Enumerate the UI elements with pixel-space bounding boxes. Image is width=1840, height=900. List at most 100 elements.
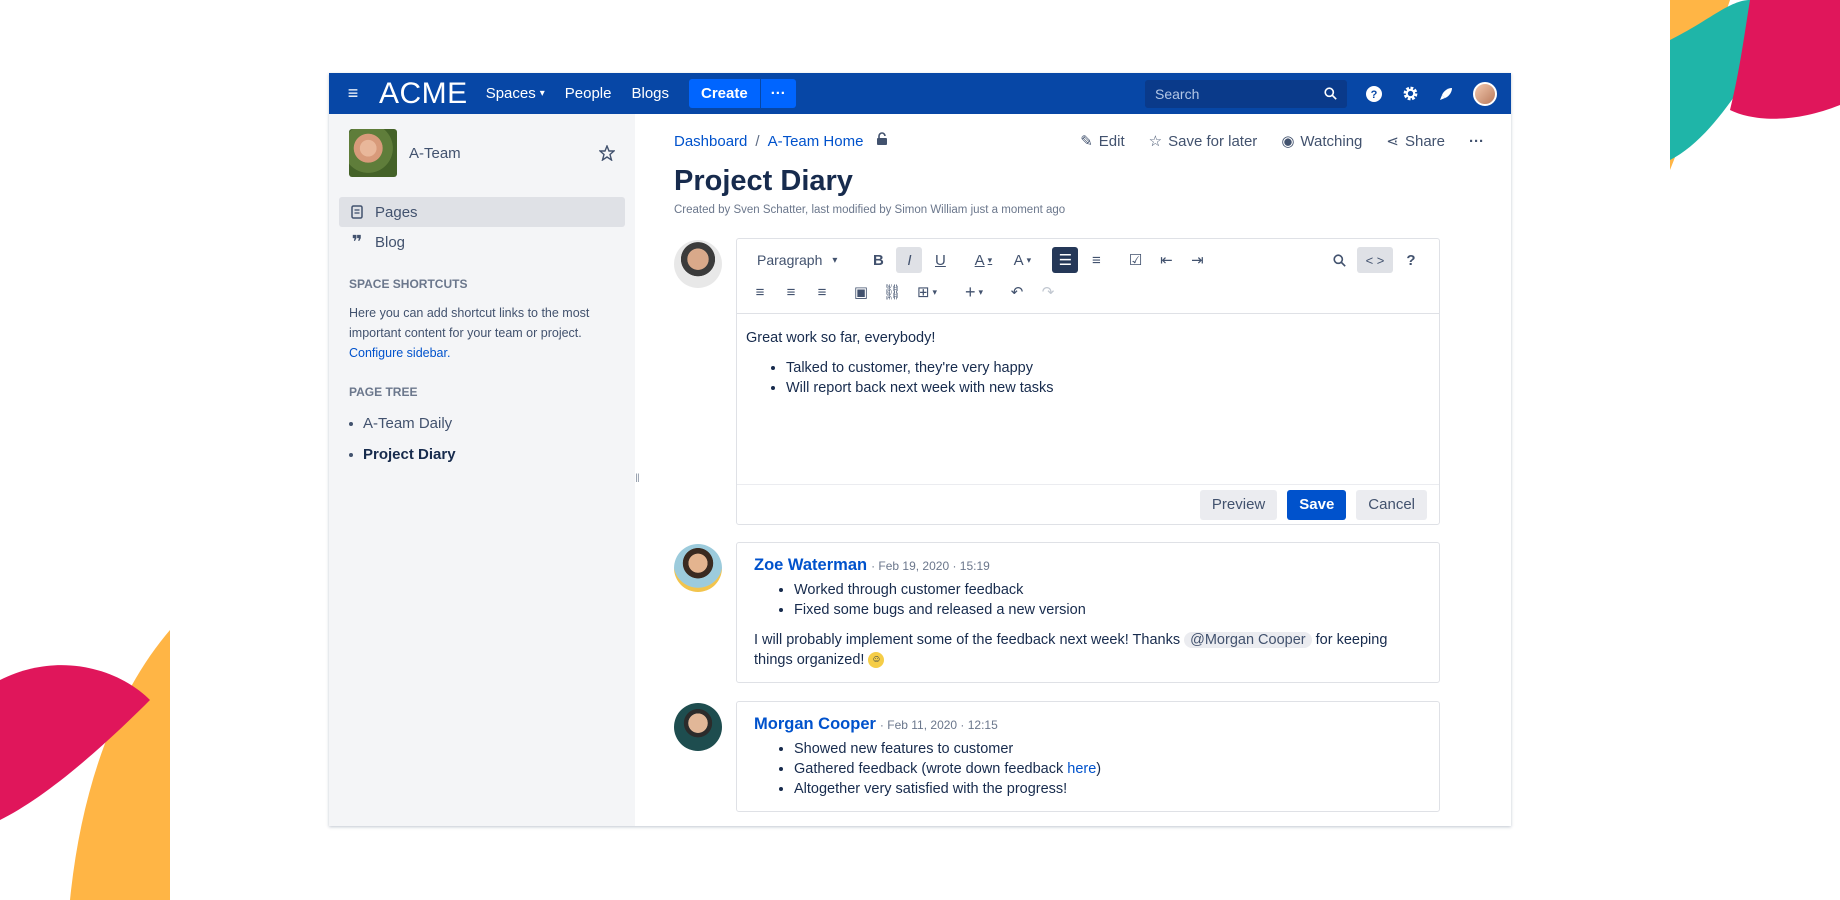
avatar[interactable] xyxy=(674,703,722,751)
help-icon[interactable]: ? xyxy=(1365,85,1383,103)
save-button[interactable]: Save xyxy=(1287,489,1347,520)
sidebar-item-label: Pages xyxy=(375,203,418,221)
unlock-icon[interactable] xyxy=(875,131,889,151)
paragraph-style-select[interactable]: Paragraph ▾ xyxy=(747,252,847,268)
share-icon: ⋖ xyxy=(1386,133,1399,150)
list-item: Will report back next week with new task… xyxy=(786,378,1430,398)
align-right-icon[interactable]: ≡ xyxy=(809,279,835,305)
align-left-icon[interactable]: ≡ xyxy=(747,279,773,305)
nav-blogs[interactable]: Blogs xyxy=(631,85,669,102)
configure-sidebar-link[interactable]: Configure sidebar. xyxy=(349,346,450,360)
comment-timestamp[interactable]: · Feb 11, 2020 · 12:15 xyxy=(880,715,998,735)
italic-icon[interactable]: I xyxy=(896,247,923,273)
chevron-down-icon: ▾ xyxy=(832,254,838,266)
nav-people[interactable]: People xyxy=(565,85,612,102)
share-label: Share xyxy=(1404,132,1445,150)
nav-spaces-label: Spaces xyxy=(485,85,536,102)
source-code-icon[interactable]: < > xyxy=(1357,247,1393,273)
comment-header: Morgan Cooper · Feb 11, 2020 · 12:15 xyxy=(754,714,1422,735)
indent-icon[interactable]: ⇥ xyxy=(1184,247,1210,273)
underline-icon[interactable]: U xyxy=(927,247,953,273)
space-shortcuts-heading: SPACE SHORTCUTS xyxy=(349,277,468,291)
paragraph-style-label: Paragraph xyxy=(757,252,823,268)
save-for-later-button[interactable]: ☆ Save for later xyxy=(1149,132,1258,151)
comment-text-part: I will probably implement some of the fe… xyxy=(754,632,1185,648)
comment-author[interactable]: Morgan Cooper xyxy=(754,714,876,734)
share-button[interactable]: ⋖ Share xyxy=(1386,132,1445,151)
edit-button[interactable]: ✎ Edit xyxy=(1080,132,1124,151)
task-checkbox-icon[interactable]: ☑ xyxy=(1122,247,1148,273)
avatar[interactable] xyxy=(674,544,722,592)
link-icon[interactable]: ⛓ xyxy=(879,279,905,305)
smiley-emoji-icon: ☺ xyxy=(868,652,885,669)
space-name[interactable]: A-Team xyxy=(409,145,599,162)
text-style-icon[interactable]: A ▾ xyxy=(1005,247,1039,273)
space-logo[interactable] xyxy=(349,129,397,177)
logo[interactable]: ACME xyxy=(379,77,468,111)
nav-spaces[interactable]: Spaces ▾ xyxy=(486,85,545,102)
create-more-button[interactable]: ··· xyxy=(760,79,796,108)
find-icon[interactable] xyxy=(1326,247,1352,273)
tree-item-project-diary[interactable]: Project Diary xyxy=(339,446,625,463)
table-icon[interactable]: ⊞ ▾ xyxy=(910,279,944,305)
eye-icon: ◉ xyxy=(1281,133,1295,150)
sidebar-item-pages[interactable]: Pages xyxy=(339,197,625,227)
create-button[interactable]: Create xyxy=(689,79,760,108)
list-item: Gathered feedback (wrote down feedback h… xyxy=(794,759,1422,779)
feedback-link[interactable]: here xyxy=(1067,761,1096,777)
toolbar-row-1: Paragraph ▾ B I U A ▾ A ▾ ☰ ≡ ☑ ⇤ ⇥ < > … xyxy=(747,245,1429,275)
sidebar-item-blog[interactable]: ❞ Blog xyxy=(339,227,625,257)
space-header: A-Team xyxy=(339,129,625,177)
image-icon[interactable]: ▣ xyxy=(848,279,874,305)
editor-paragraph: Great work so far, everybody! xyxy=(746,330,936,346)
page-actions: ✎ Edit ☆ Save for later ◉ Watching ⋖ Share ·… xyxy=(1080,132,1484,151)
comment-editor-row: Paragraph ▾ B I U A ▾ A ▾ ☰ ≡ ☑ ⇤ ⇥ < > … xyxy=(674,238,1484,525)
decorative-shapes-left xyxy=(0,630,170,900)
tree-item-a-team-daily[interactable]: A-Team Daily xyxy=(339,415,625,432)
more-actions-icon[interactable]: ··· xyxy=(1469,133,1484,150)
notifications-rocket-icon[interactable] xyxy=(1437,85,1455,103)
search-placeholder: Search xyxy=(1155,85,1200,102)
comment-bullet-list: Showed new features to customer Gathered… xyxy=(794,739,1422,799)
sidebar-item-label: Blog xyxy=(375,233,406,251)
bullet xyxy=(349,452,353,457)
decorative-shapes-right xyxy=(1670,0,1840,170)
editor-footer: Preview Save Cancel xyxy=(737,484,1439,524)
search-input[interactable]: Search xyxy=(1145,79,1347,108)
comment-body: Morgan Cooper · Feb 11, 2020 · 12:15 Sho… xyxy=(736,701,1440,812)
editor-bullet-list: Talked to customer, they're very happy W… xyxy=(786,358,1430,398)
undo-icon[interactable]: ↶ xyxy=(1004,279,1030,305)
comment-author[interactable]: Zoe Waterman xyxy=(754,555,867,575)
list-item-text: Gathered feedback (wrote down feedback xyxy=(794,761,1068,777)
comment-timestamp[interactable]: · Feb 19, 2020 · 15:19 xyxy=(871,556,990,576)
comment-header: Zoe Waterman · Feb 19, 2020 · 15:19 xyxy=(754,555,1422,576)
numbered-list-icon[interactable]: ≡ xyxy=(1083,247,1109,273)
cancel-button[interactable]: Cancel xyxy=(1356,489,1427,520)
redo-icon[interactable]: ↷ xyxy=(1035,279,1061,305)
editor-content[interactable]: Great work so far, everybody! Talked to … xyxy=(737,314,1439,484)
breadcrumb-dashboard[interactable]: Dashboard xyxy=(674,133,747,150)
align-center-icon[interactable]: ≡ xyxy=(778,279,804,305)
watching-button[interactable]: ◉ Watching xyxy=(1281,132,1362,151)
insert-plus-icon[interactable]: + ▾ xyxy=(957,279,991,305)
user-avatar[interactable] xyxy=(1473,81,1497,106)
breadcrumb-a-team-home[interactable]: A-Team Home xyxy=(768,133,864,150)
bullet-list-icon[interactable]: ☰ xyxy=(1052,247,1079,273)
star-icon[interactable] xyxy=(599,145,615,161)
comment: Morgan Cooper · Feb 11, 2020 · 12:15 Sho… xyxy=(674,701,1484,812)
settings-gear-icon[interactable] xyxy=(1401,85,1419,103)
text-color-icon[interactable]: A ▾ xyxy=(966,247,1000,273)
preview-button[interactable]: Preview xyxy=(1199,489,1278,520)
help-icon[interactable]: ? xyxy=(1398,247,1424,273)
list-item: Altogether very satisfied with the progr… xyxy=(794,779,1422,799)
outdent-icon[interactable]: ⇤ xyxy=(1153,247,1179,273)
shortcuts-description: Here you can add shortcut links to the m… xyxy=(349,306,590,340)
breadcrumb: Dashboard / A-Team Home ✎ Edit ☆ Save for … xyxy=(674,131,1484,151)
sidebar-resize-handle[interactable]: ‖ xyxy=(635,471,640,485)
user-mention[interactable]: @Morgan Cooper xyxy=(1184,632,1312,648)
bold-icon[interactable]: B xyxy=(865,247,891,273)
app-window: ≡ ACME Spaces ▾ People Blogs Create ··· S… xyxy=(329,73,1511,826)
current-user-avatar xyxy=(674,240,722,288)
menu-icon[interactable]: ≡ xyxy=(343,83,363,104)
comment-text: I will probably implement some of the fe… xyxy=(754,630,1422,670)
